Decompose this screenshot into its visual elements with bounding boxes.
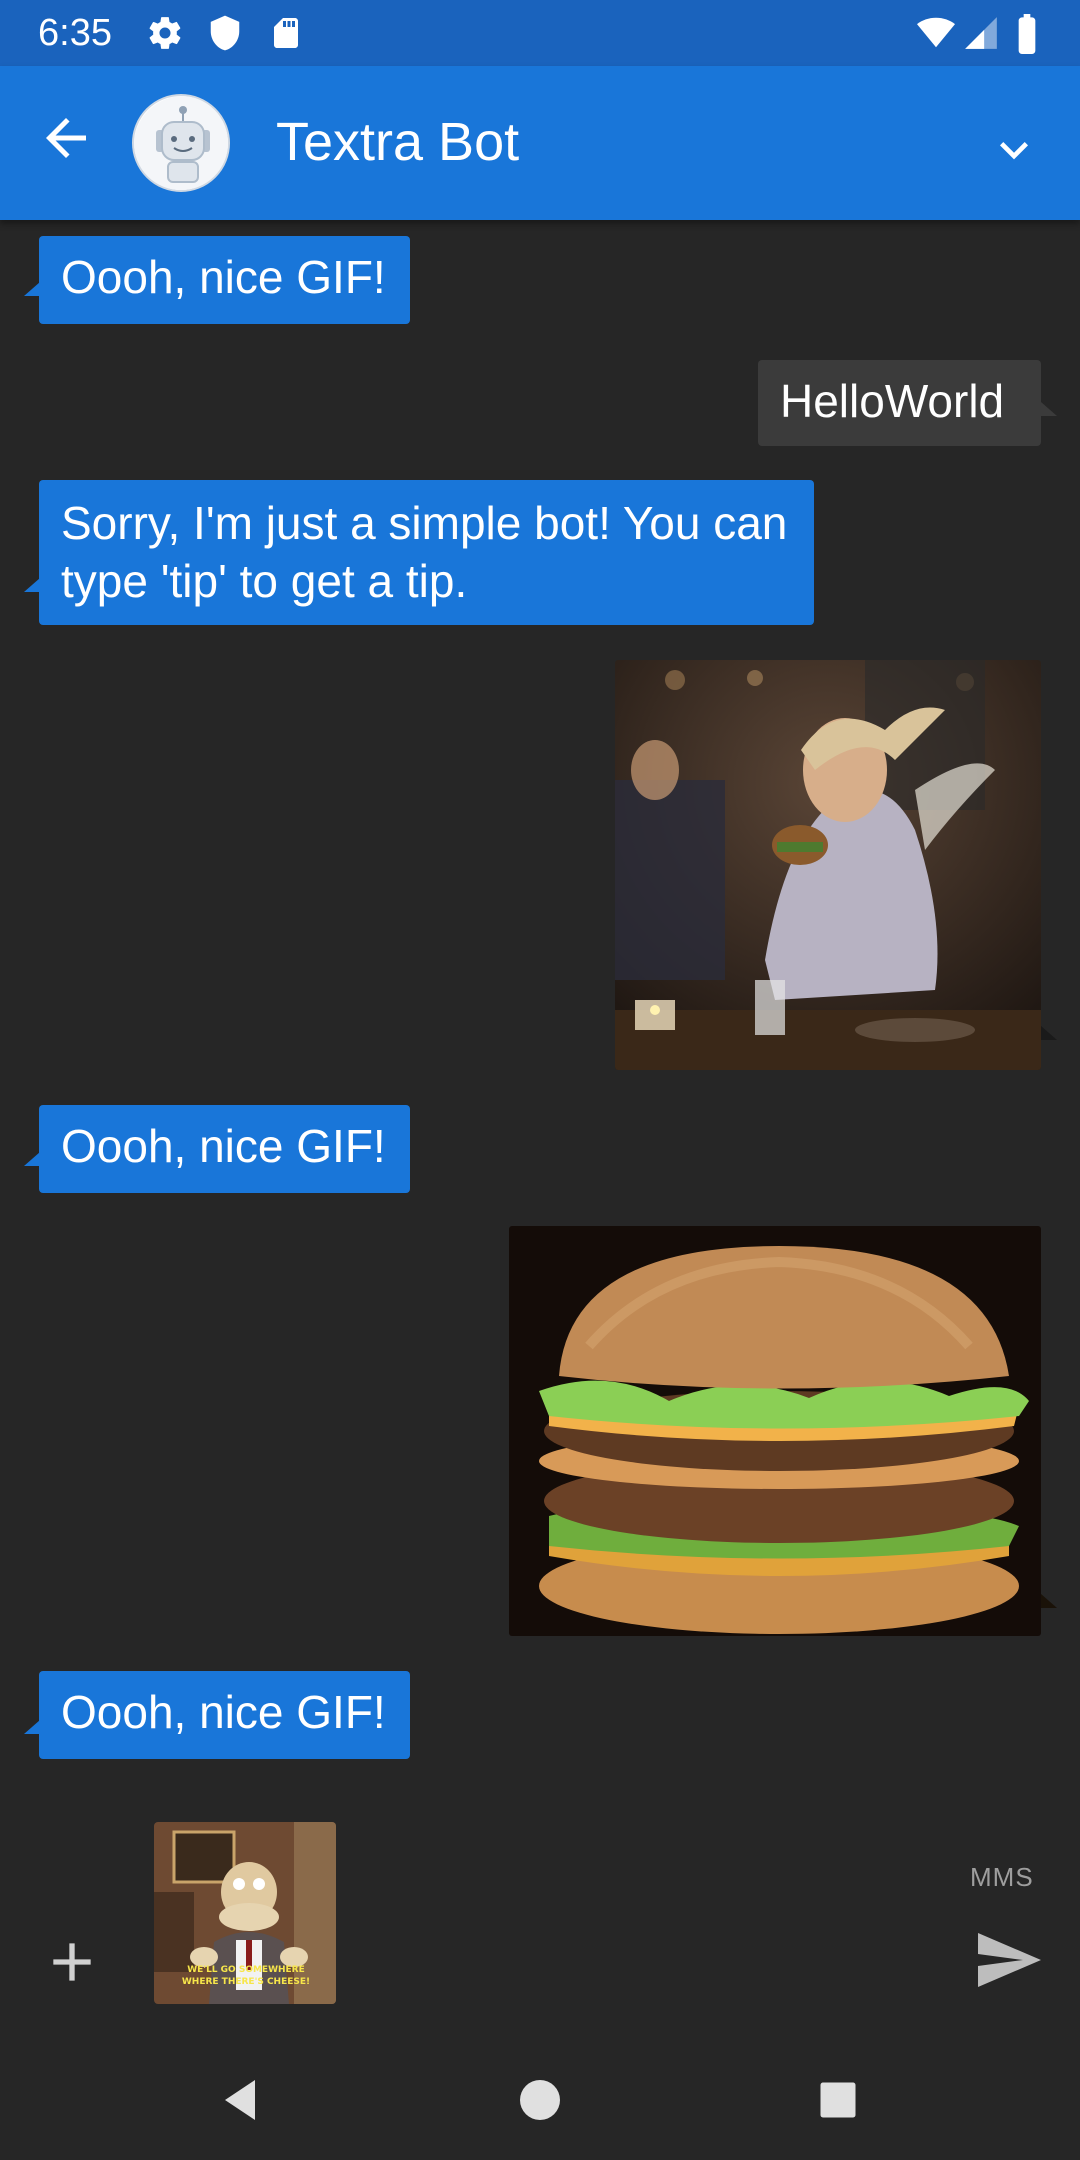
shield-icon xyxy=(210,15,240,51)
wifi-icon xyxy=(917,17,955,48)
bubble-tail xyxy=(24,1152,40,1166)
attachment-thumbnail[interactable]: WE'LL GO SOMEWHERE WHERE THERE'S CHEESE! xyxy=(154,1822,336,2004)
message-bubble-outgoing[interactable]: HelloWorld xyxy=(758,360,1041,446)
bubble-tail xyxy=(1041,402,1057,416)
attachment-caption: WE'LL GO SOMEWHERE WHERE THERE'S CHEESE! xyxy=(181,1965,311,1987)
send-icon[interactable] xyxy=(972,1924,1044,1996)
status-time: 6:35 xyxy=(38,12,112,54)
message-bubble-incoming[interactable]: Oooh, nice GIF! xyxy=(39,1671,410,1759)
gif-big-burger[interactable] xyxy=(509,1226,1041,1636)
message-type-label: MMS xyxy=(970,1862,1034,1892)
back-arrow-icon[interactable] xyxy=(36,108,96,168)
bubble-tail xyxy=(24,1720,40,1734)
bubble-tail xyxy=(1041,1026,1057,1040)
status-bar: 6:35 xyxy=(0,0,1080,66)
nav-back-icon[interactable] xyxy=(210,2070,270,2130)
battery-icon xyxy=(1018,14,1036,54)
bubble-tail xyxy=(24,578,40,592)
robot-icon xyxy=(134,96,228,190)
add-attachment-icon[interactable] xyxy=(40,1930,104,1994)
message-bubble-incoming[interactable]: Sorry, I'm just a simple bot! You can ty… xyxy=(39,480,814,625)
bubble-tail xyxy=(24,282,40,296)
sd-card-icon xyxy=(274,18,298,48)
navigation-bar xyxy=(0,2040,1080,2160)
gif-woman-eating-burger[interactable] xyxy=(615,660,1041,1070)
nav-recents-icon[interactable] xyxy=(808,2070,868,2130)
avatar[interactable] xyxy=(132,94,230,192)
cell-signal-icon xyxy=(965,17,997,49)
message-bubble-incoming[interactable]: Oooh, nice GIF! xyxy=(39,236,410,324)
chevron-down-icon[interactable] xyxy=(986,122,1042,178)
app-bar: Textra Bot xyxy=(0,66,1080,220)
conversation-title: Textra Bot xyxy=(276,112,520,172)
settings-icon xyxy=(149,17,181,49)
message-bubble-incoming[interactable]: Oooh, nice GIF! xyxy=(39,1105,410,1193)
nav-home-icon[interactable] xyxy=(510,2070,570,2130)
bubble-tail xyxy=(1041,1594,1057,1608)
